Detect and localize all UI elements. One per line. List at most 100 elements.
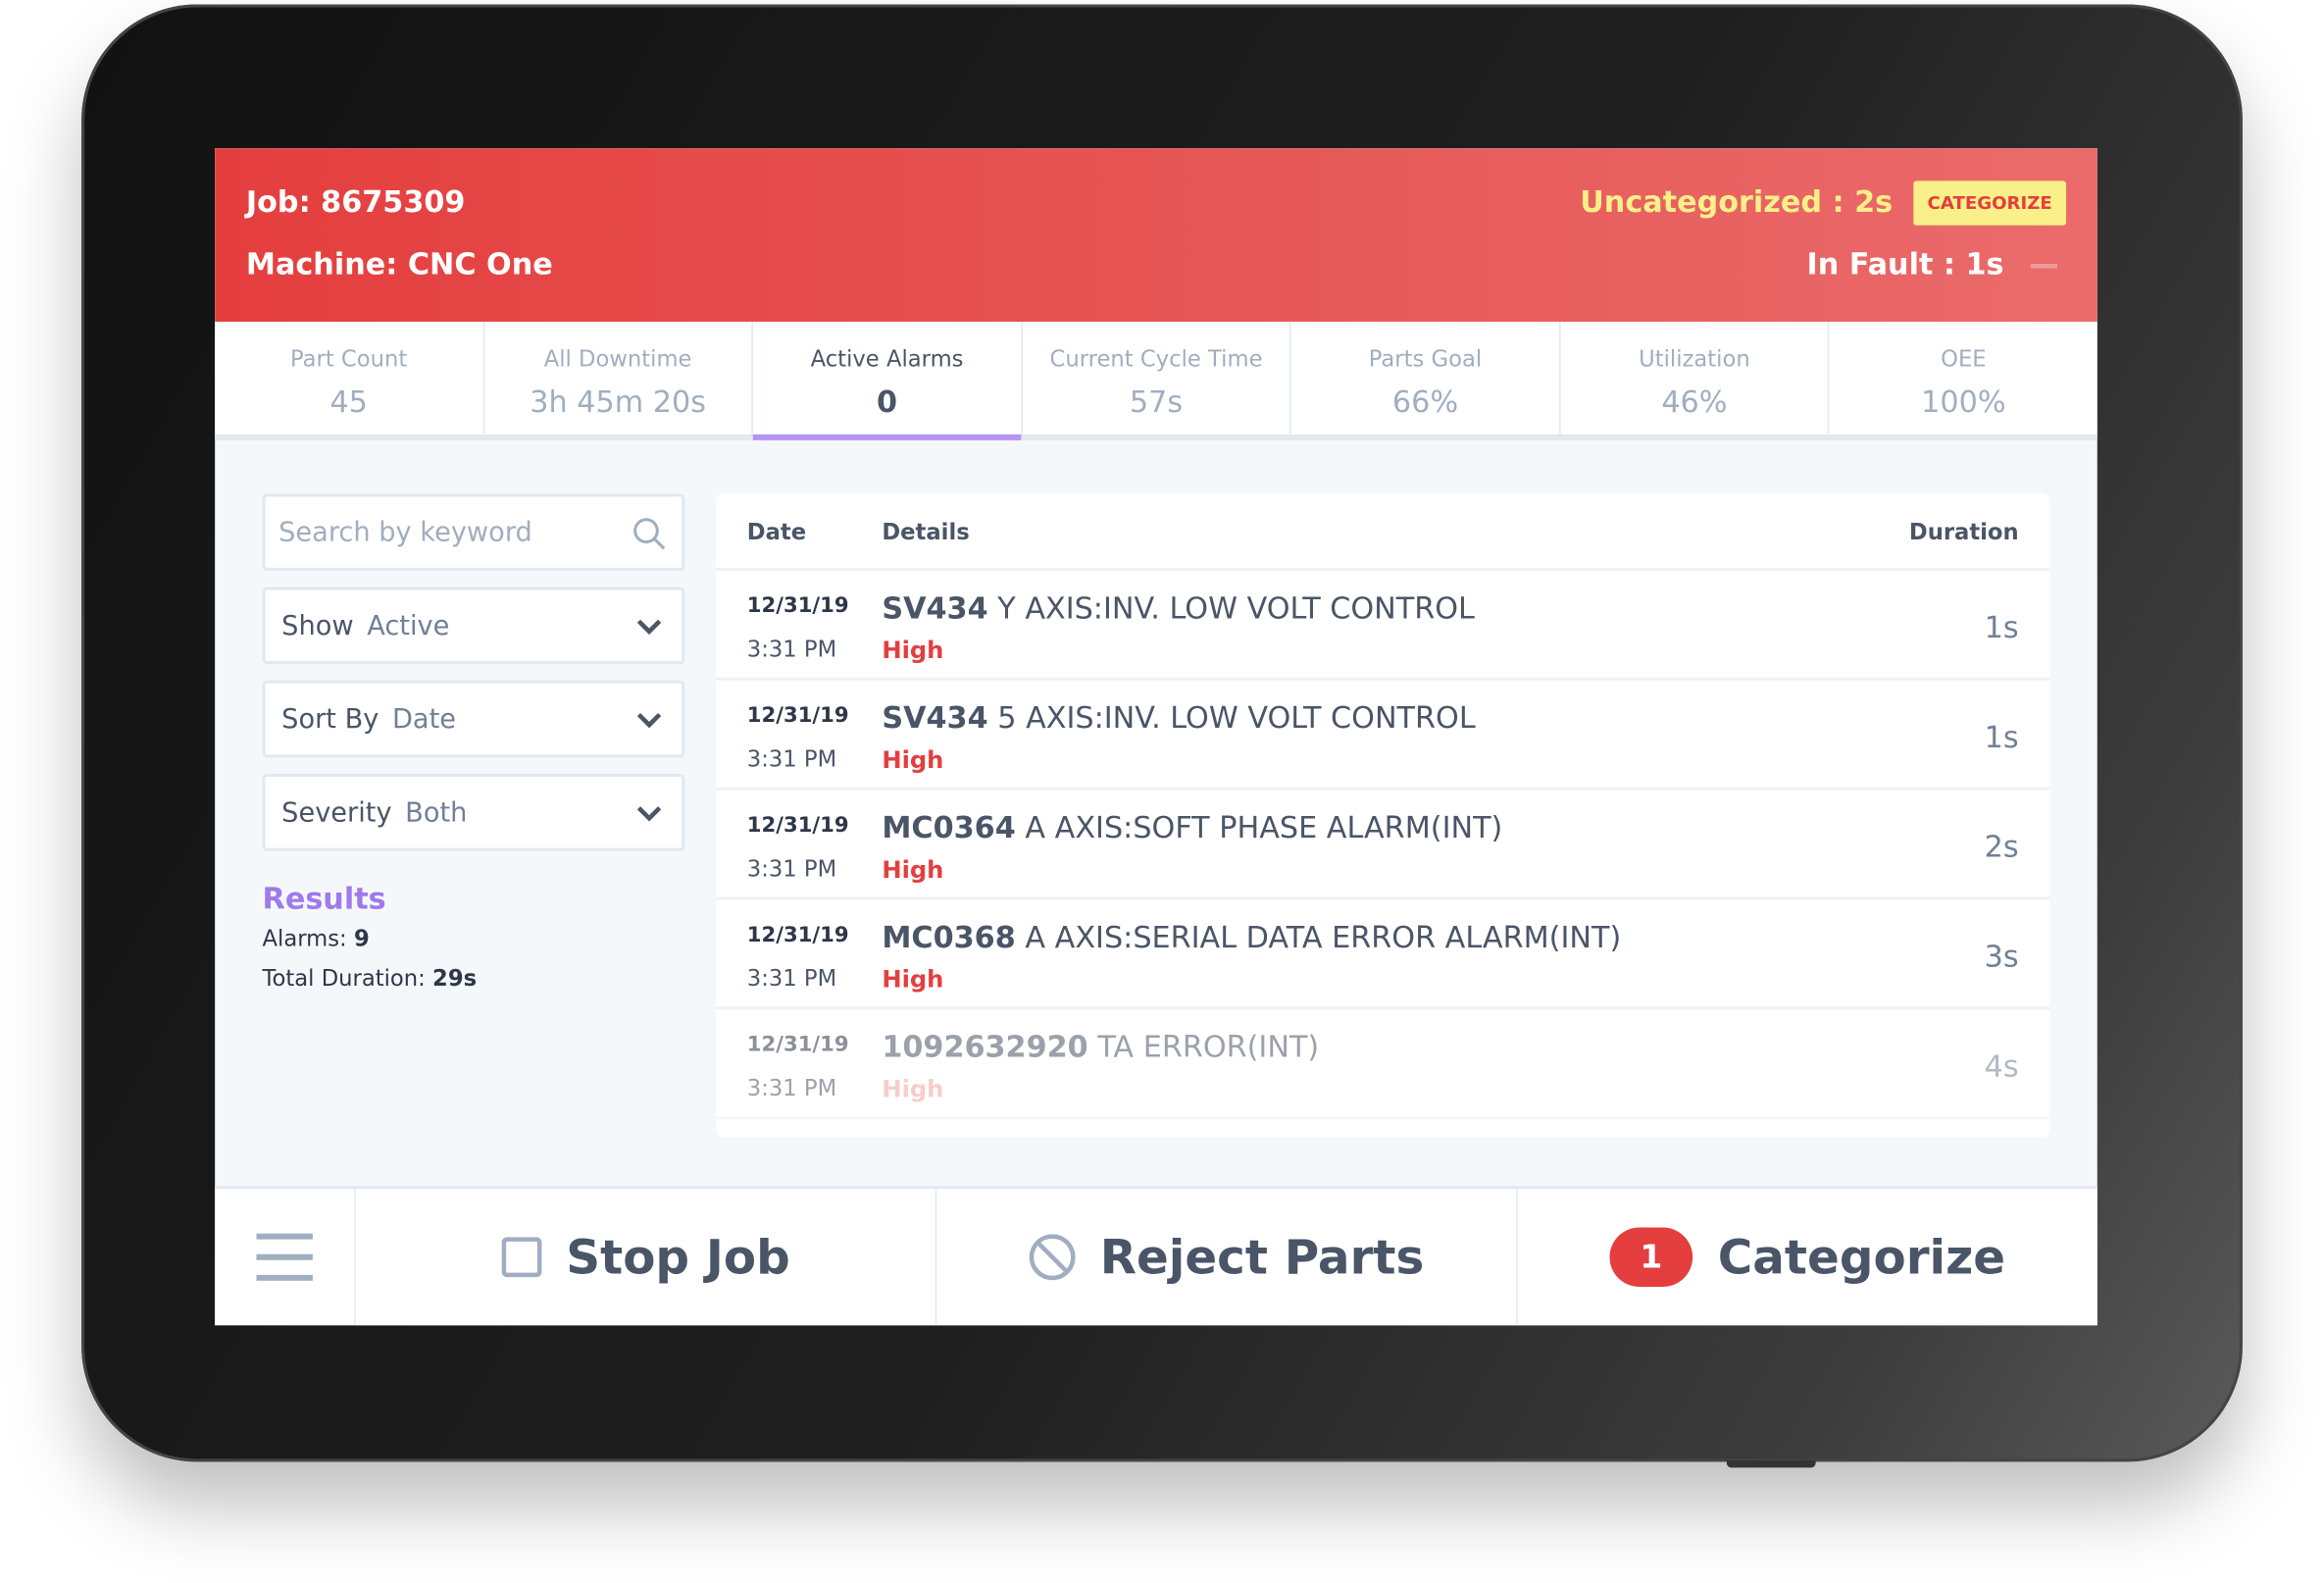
table-row[interactable]: 12/31/19 3:31 PM MC0364 A AXIS:SOFT PHAS… — [716, 791, 2050, 900]
reject-parts-button[interactable]: Reject Parts — [936, 1189, 1518, 1326]
alarm-duration: 2s — [1984, 828, 2019, 865]
stat-label: Utilization — [1639, 345, 1750, 373]
hardware-button — [1726, 1459, 1816, 1468]
alarm-time: 3:31 PM — [746, 964, 837, 993]
collapse-icon[interactable] — [2030, 264, 2057, 269]
alarm-severity: High — [882, 964, 944, 994]
show-value: Active — [367, 609, 450, 641]
column-details[interactable]: Details — [882, 519, 969, 545]
categorize-label: Categorize — [1717, 1229, 2006, 1286]
alarm-date: 12/31/19 — [746, 594, 849, 619]
job-number: Job: 8675309 — [245, 183, 466, 220]
stat-value: 46% — [1661, 383, 1728, 420]
alarm-details: MC0364 A AXIS:SOFT PHASE ALARM(INT) — [882, 809, 1502, 844]
severity-value: Both — [405, 796, 468, 829]
job-header: Job: 8675309 Machine: CNC One Uncategori… — [215, 148, 2097, 322]
stat-label: Part Count — [289, 345, 408, 373]
severity-select[interactable]: Severity Both — [262, 774, 685, 851]
alarm-description: A AXIS:SERIAL DATA ERROR ALARM(INT) — [1025, 919, 1622, 955]
alarm-time: 3:31 PM — [746, 1074, 837, 1102]
stat-label: Current Cycle Time — [1049, 345, 1263, 373]
menu-button[interactable] — [215, 1189, 356, 1326]
show-label: Show — [281, 609, 354, 641]
alarm-details: SV434 Y AXIS:INV. LOW VOLT CONTROL — [882, 590, 1475, 626]
tab-oee[interactable]: OEE 100% — [1830, 322, 2097, 434]
column-duration[interactable]: Duration — [1909, 519, 2019, 545]
stat-value: 57s — [1129, 383, 1184, 420]
tab-all-downtime[interactable]: All Downtime 3h 45m 20s — [484, 321, 754, 434]
alarm-date: 12/31/19 — [746, 703, 849, 729]
stat-label: Active Alarms — [810, 345, 964, 373]
alarm-code: SV434 — [882, 699, 988, 736]
checkbox-square-icon — [501, 1237, 542, 1278]
alarms-value: 9 — [353, 925, 370, 952]
categorize-header-button[interactable]: CATEGORIZE — [1913, 180, 2067, 226]
alarm-duration: 3s — [1984, 938, 2019, 975]
in-fault-time: In Fault : 1s — [1806, 245, 2004, 282]
alarm-severity: High — [882, 636, 944, 665]
alarm-duration: 1s — [1984, 609, 2019, 645]
ban-icon — [1029, 1234, 1076, 1281]
stat-value: 0 — [877, 383, 898, 420]
alarms-count: Alarms: 9 — [263, 925, 685, 951]
stat-label: Parts Goal — [1368, 345, 1483, 373]
alarm-code: SV434 — [882, 589, 988, 626]
tab-utilization[interactable]: Utilization 46% — [1560, 321, 1830, 434]
sort-value: Date — [391, 703, 457, 735]
alarm-time: 3:31 PM — [746, 855, 837, 883]
column-date[interactable]: Date — [747, 519, 806, 545]
alarm-date: 12/31/19 — [746, 1033, 849, 1057]
alarm-code: MC0368 — [882, 919, 1016, 955]
table-header: Date Details Duration — [716, 493, 2050, 571]
sort-label: Sort By — [281, 703, 379, 735]
screen: Job: 8675309 Machine: CNC One Uncategori… — [215, 148, 2097, 1326]
results-summary: Results Alarms: 9 Total Duration: 29s — [263, 881, 685, 992]
duration-label: Total Duration: — [262, 964, 426, 993]
hamburger-menu-icon — [256, 1233, 313, 1281]
table-row[interactable]: 12/31/19 3:31 PM MC0368 A AXIS:SERIAL DA… — [716, 899, 2050, 1010]
table-row[interactable]: 12/31/19 3:31 PM SV434 5 AXIS:INV. LOW V… — [716, 681, 2050, 791]
search-placeholder: Search by keyword — [278, 516, 532, 548]
stat-value: 66% — [1391, 383, 1459, 420]
severity-label: Severity — [281, 796, 392, 829]
stats-tabs: Part Count 45 All Downtime 3h 45m 20s Acti… — [215, 321, 2097, 440]
stat-value: 100% — [1921, 383, 2006, 420]
search-icon[interactable] — [632, 516, 667, 551]
filter-panel: Search by keyword Show Active Sort By Date… — [262, 493, 685, 1004]
alarm-code: MC0364 — [882, 809, 1016, 845]
alarm-time: 3:31 PM — [746, 636, 837, 663]
alarm-time: 3:31 PM — [746, 745, 837, 773]
reject-parts-label: Reject Parts — [1099, 1229, 1425, 1286]
total-duration: Total Duration: 29s — [263, 965, 685, 992]
chevron-down-icon — [636, 806, 662, 822]
stop-job-label: Stop Job — [566, 1229, 790, 1286]
alarm-duration: 4s — [1984, 1047, 2019, 1084]
alarms-label: Alarms: — [262, 925, 347, 952]
sort-select[interactable]: Sort By Date — [262, 680, 685, 758]
stop-job-button[interactable]: Stop Job — [355, 1189, 937, 1326]
alarm-description: A AXIS:SOFT PHASE ALARM(INT) — [1025, 809, 1503, 845]
alarm-description: 5 AXIS:INV. LOW VOLT CONTROL — [997, 699, 1476, 736]
chevron-down-icon — [636, 712, 662, 729]
alarm-details: MC0368 A AXIS:SERIAL DATA ERROR ALARM(IN… — [882, 919, 1621, 954]
tab-parts-goal[interactable]: Parts Goal 66% — [1291, 321, 1561, 434]
stat-label: All Downtime — [543, 345, 692, 373]
search-input[interactable]: Search by keyword — [262, 493, 685, 571]
alarm-duration: 1s — [1984, 719, 2019, 755]
tab-active-alarms[interactable]: Active Alarms 0 — [753, 321, 1023, 440]
categorize-count-badge: 1 — [1609, 1227, 1693, 1287]
uncategorized-time: Uncategorized : 2s — [1580, 183, 1894, 220]
alarm-description: Y AXIS:INV. LOW VOLT CONTROL — [997, 589, 1475, 626]
stat-value: 3h 45m 20s — [530, 383, 706, 420]
tab-current-cycle-time[interactable]: Current Cycle Time 57s — [1023, 321, 1291, 434]
show-select[interactable]: Show Active — [262, 587, 685, 665]
alarm-severity: High — [882, 745, 944, 775]
categorize-button[interactable]: 1 Categorize — [1517, 1189, 2097, 1326]
tab-part-count[interactable]: Part Count 45 — [215, 321, 484, 434]
table-row[interactable]: 12/31/19 3:31 PM 1092632920 TA ERROR(INT… — [716, 1009, 2050, 1120]
alarm-details: 1092632920 TA ERROR(INT) — [882, 1029, 1319, 1064]
alarm-details: SV434 5 AXIS:INV. LOW VOLT CONTROL — [882, 699, 1475, 735]
action-bar: Stop Job Reject Parts 1 Categorize — [215, 1186, 2097, 1326]
table-row[interactable]: 12/31/19 3:31 PM SV434 Y AXIS:INV. LOW V… — [716, 571, 2050, 681]
alarm-description: TA ERROR(INT) — [1097, 1028, 1320, 1065]
